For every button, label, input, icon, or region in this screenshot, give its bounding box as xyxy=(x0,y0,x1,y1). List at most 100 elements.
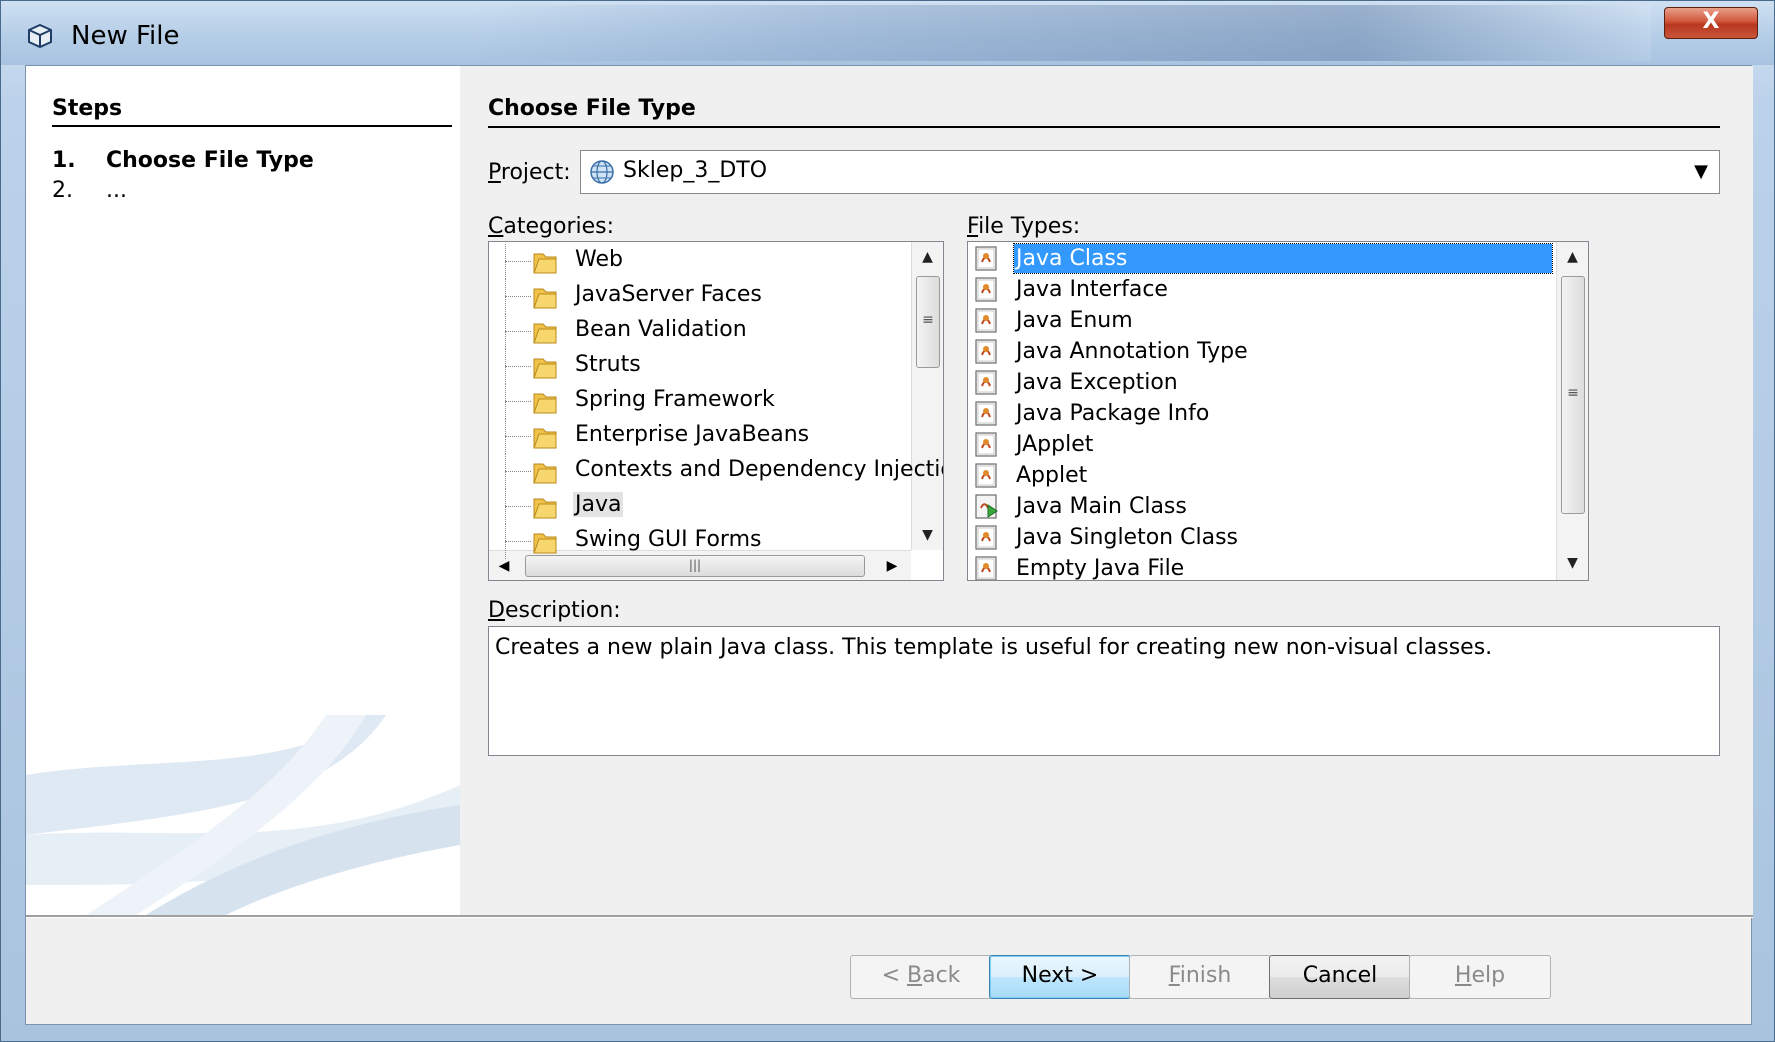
tree-connector-line xyxy=(505,506,531,507)
categories-label: Categories: xyxy=(488,214,615,239)
java-file-icon xyxy=(974,276,998,303)
file-type-item[interactable]: Java Exception xyxy=(968,367,1553,398)
button-bar-divider xyxy=(26,915,1753,918)
folder-icon xyxy=(531,318,559,346)
file-type-label: Java Class xyxy=(1013,243,1553,274)
step-label: Choose File Type xyxy=(106,148,314,173)
title-bar-background xyxy=(471,5,1651,61)
scrollbar-thumb[interactable]: ≡ xyxy=(916,276,940,368)
project-combobox[interactable]: Sklep_3_DTO ▼ xyxy=(580,150,1720,194)
file-type-item[interactable]: JApplet xyxy=(968,429,1553,460)
category-tree-item[interactable]: Enterprise JavaBeans xyxy=(489,419,909,454)
tree-connector-line xyxy=(505,541,531,542)
file-types-vertical-scrollbar[interactable]: ▲ ≡ ▼ xyxy=(1556,242,1588,580)
steps-heading: Steps xyxy=(52,96,123,121)
folder-icon xyxy=(531,283,559,311)
back-button[interactable]: < Back xyxy=(850,955,992,999)
file-type-label: Java Interface xyxy=(1016,277,1168,302)
tree-connector-line xyxy=(505,331,531,332)
file-type-item[interactable]: Java Enum xyxy=(968,305,1553,336)
file-type-item[interactable]: Java Main Class xyxy=(968,491,1553,522)
file-type-label: Applet xyxy=(1016,463,1088,488)
file-type-item[interactable]: Applet xyxy=(968,460,1553,491)
title-divider xyxy=(488,126,1720,128)
category-tree-item[interactable]: JavaServer Faces xyxy=(489,279,909,314)
file-type-item[interactable]: Java Class xyxy=(968,243,1553,274)
java-file-icon xyxy=(974,307,998,334)
folder-icon xyxy=(531,388,559,416)
folder-icon xyxy=(531,493,559,521)
cancel-button[interactable]: Cancel xyxy=(1269,955,1411,999)
steps-panel: Steps 1. Choose File Type 2.... xyxy=(26,66,460,915)
scroll-down-icon[interactable]: ▼ xyxy=(912,520,943,550)
main-panel: Choose File Type Project: Sklep_3_DTO ▼ … xyxy=(460,66,1753,915)
new-file-dialog: New File X Steps 1. Choose File Type 2...… xyxy=(0,0,1775,1042)
file-type-label: Empty Java File xyxy=(1016,556,1185,581)
category-label: Enterprise JavaBeans xyxy=(575,422,810,447)
category-label: Bean Validation xyxy=(575,317,747,342)
scroll-up-icon[interactable]: ▲ xyxy=(1557,242,1588,272)
file-type-item[interactable]: Java Annotation Type xyxy=(968,336,1553,367)
tree-connector-line xyxy=(505,401,531,402)
category-label: JavaServer Faces xyxy=(575,282,762,307)
category-tree-item[interactable]: Bean Validation xyxy=(489,314,909,349)
file-type-item[interactable]: Java Interface xyxy=(968,274,1553,305)
file-type-label: Java Exception xyxy=(1016,370,1178,395)
categories-vertical-scrollbar[interactable]: ▲ ≡ ▼ xyxy=(911,242,943,550)
finish-button[interactable]: Finish xyxy=(1129,955,1271,999)
description-text: Creates a new plain Java class. This tem… xyxy=(488,626,1720,756)
file-type-label: JApplet xyxy=(1016,432,1094,457)
chevron-down-icon[interactable]: ▼ xyxy=(1683,151,1719,193)
category-tree-item[interactable]: Spring Framework xyxy=(489,384,909,419)
file-type-label: Java Package Info xyxy=(1016,401,1210,426)
step-number: 1. xyxy=(52,148,76,173)
project-value: Sklep_3_DTO xyxy=(623,158,768,183)
categories-tree[interactable]: ▲ ≡ ▼ ◀ ||| ▶ Web JavaServer Faces Bean Va… xyxy=(488,241,944,581)
category-tree-item[interactable]: Contexts and Dependency Injection xyxy=(489,454,943,489)
tree-connector-line xyxy=(505,296,531,297)
file-type-label: Java Main Class xyxy=(1016,494,1187,519)
scroll-down-icon[interactable]: ▼ xyxy=(1557,548,1588,578)
tree-connector-line xyxy=(505,261,531,262)
category-label: Web xyxy=(575,247,623,272)
file-type-label: Java Enum xyxy=(1016,308,1133,333)
tree-connector-line xyxy=(505,436,531,437)
window-title: New File xyxy=(71,21,180,51)
globe-icon xyxy=(590,160,614,184)
step-label: ... xyxy=(106,178,127,203)
folder-icon xyxy=(531,423,559,451)
scroll-up-icon[interactable]: ▲ xyxy=(912,242,943,272)
category-tree-item[interactable]: Swing GUI Forms xyxy=(489,524,909,559)
help-button[interactable]: Help xyxy=(1409,955,1551,999)
folder-icon xyxy=(531,528,559,556)
file-type-item[interactable]: Java Package Info xyxy=(968,398,1553,429)
file-type-item[interactable]: Empty Java File xyxy=(968,553,1553,581)
category-label: Struts xyxy=(575,352,641,377)
decorative-swoosh-graphic xyxy=(26,715,460,915)
close-button[interactable]: X xyxy=(1664,7,1758,39)
folder-icon xyxy=(531,458,559,486)
java-file-icon xyxy=(974,245,998,272)
category-tree-item[interactable]: Struts xyxy=(489,349,909,384)
tree-connector-line xyxy=(505,366,531,367)
category-label: Spring Framework xyxy=(575,387,775,412)
java-file-icon xyxy=(974,338,998,365)
java-file-icon xyxy=(974,555,998,580)
file-type-label: Java Annotation Type xyxy=(1016,339,1248,364)
category-label: Swing GUI Forms xyxy=(575,527,762,552)
category-tree-item[interactable]: Web xyxy=(489,244,909,279)
file-types-list[interactable]: ▲ ≡ ▼ Java Class Java Interface Java Enum J… xyxy=(967,241,1589,581)
next-button[interactable]: Next > xyxy=(989,955,1131,999)
file-types-label: File Types: xyxy=(967,214,1081,239)
title-bar[interactable]: New File X xyxy=(1,1,1774,65)
java-file-icon xyxy=(974,462,998,489)
file-type-item[interactable]: Java Singleton Class xyxy=(968,522,1553,553)
cube-icon xyxy=(28,23,52,49)
steps-divider xyxy=(52,125,452,127)
java-file-icon xyxy=(974,369,998,396)
category-tree-item[interactable]: Java xyxy=(489,489,909,524)
step-number: 2. xyxy=(52,178,73,203)
scrollbar-thumb[interactable]: ≡ xyxy=(1561,276,1585,514)
folder-icon xyxy=(531,353,559,381)
page-title: Choose File Type xyxy=(488,96,696,121)
